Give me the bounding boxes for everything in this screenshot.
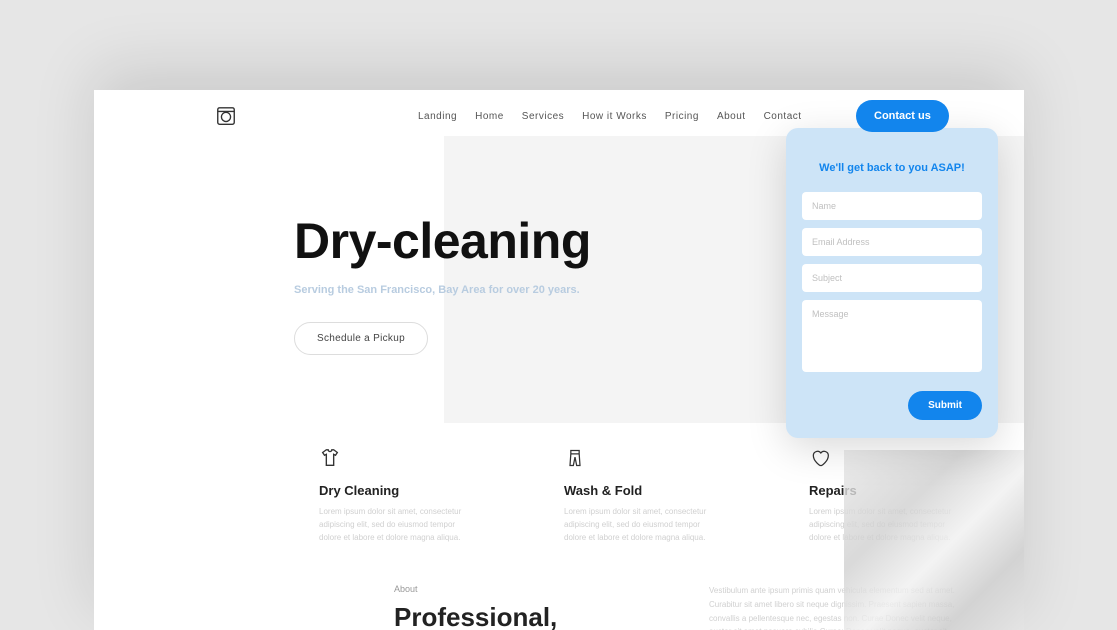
schedule-pickup-button[interactable]: Schedule a Pickup xyxy=(294,322,428,355)
nav-landing[interactable]: Landing xyxy=(418,111,457,122)
nav-pricing[interactable]: Pricing xyxy=(665,111,699,122)
subject-field[interactable] xyxy=(802,264,982,292)
about-left: About Professional, xyxy=(394,584,649,630)
heart-icon xyxy=(809,447,831,469)
name-field[interactable] xyxy=(802,192,982,220)
service-title: Wash & Fold xyxy=(564,483,719,498)
logo-icon[interactable] xyxy=(214,104,238,128)
submit-button[interactable]: Submit xyxy=(908,391,982,420)
pants-icon xyxy=(564,447,586,469)
contact-popup: We'll get back to you ASAP! Submit xyxy=(786,128,998,438)
service-desc: Lorem ipsum dolor sit amet, consectetur … xyxy=(319,506,474,544)
nav-about[interactable]: About xyxy=(717,111,746,122)
nav-how-it-works[interactable]: How it Works xyxy=(582,111,647,122)
service-desc: Lorem ipsum dolor sit amet, consectetur … xyxy=(564,506,719,544)
about-label: About xyxy=(394,584,649,594)
popup-title: We'll get back to you ASAP! xyxy=(802,162,982,174)
service-dry-cleaning: Dry Cleaning Lorem ipsum dolor sit amet,… xyxy=(319,447,474,544)
nav-links: Landing Home Services How it Works Prici… xyxy=(418,111,802,122)
service-wash-fold: Wash & Fold Lorem ipsum dolor sit amet, … xyxy=(564,447,719,544)
about-title: Professional, xyxy=(394,602,649,630)
tshirt-icon xyxy=(319,447,341,469)
contact-us-button[interactable]: Contact us xyxy=(856,100,949,132)
nav-home[interactable]: Home xyxy=(475,111,504,122)
email-field[interactable] xyxy=(802,228,982,256)
service-title: Dry Cleaning xyxy=(319,483,474,498)
nav-contact[interactable]: Contact xyxy=(764,111,802,122)
message-field[interactable] xyxy=(802,300,982,372)
linen-image xyxy=(844,450,1024,630)
nav-services[interactable]: Services xyxy=(522,111,564,122)
